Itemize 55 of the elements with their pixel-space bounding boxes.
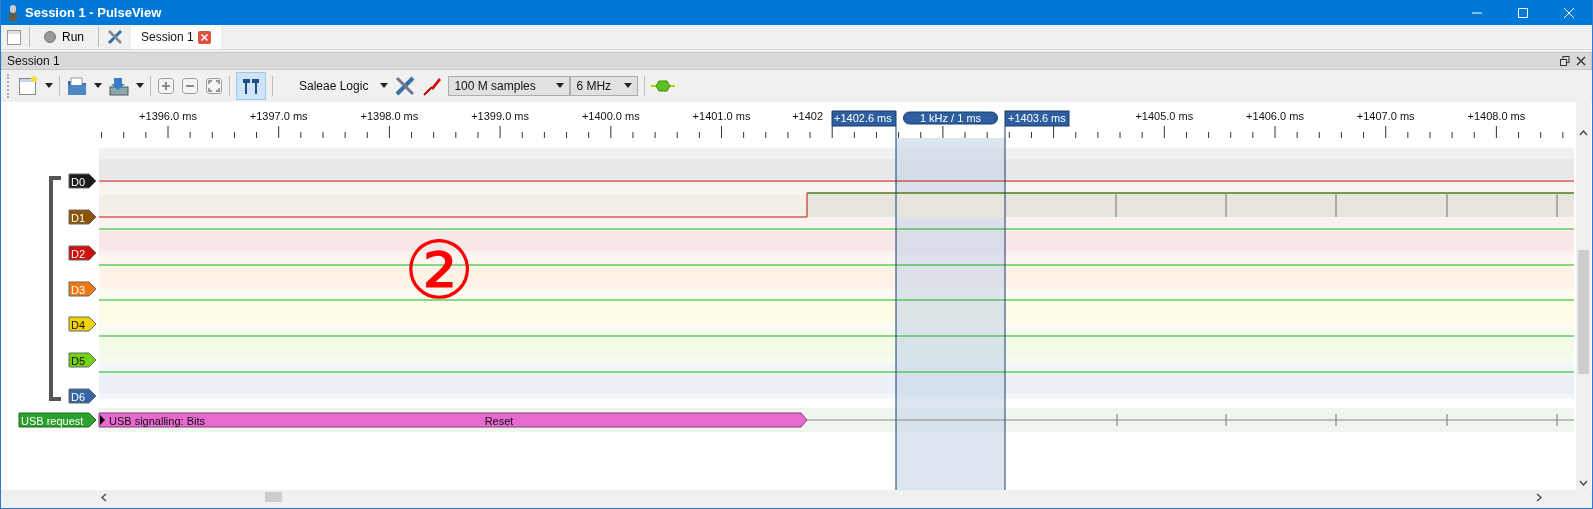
show-cursors-button[interactable] <box>236 72 266 100</box>
annotation-mark: ② <box>403 224 475 317</box>
ruler-label: +1408.0 ms <box>1467 110 1526 122</box>
caret-icon[interactable] <box>136 83 144 89</box>
cursor-marker[interactable]: +1403.6 ms <box>1004 110 1070 127</box>
new-session-icon[interactable] <box>7 29 21 45</box>
scroll-thumb[interactable] <box>265 492 282 502</box>
run-button[interactable]: Run <box>38 30 90 44</box>
window-title: Session 1 - PulseView <box>25 5 163 20</box>
row-marker-icon <box>100 415 105 425</box>
scroll-down-icon[interactable] <box>1579 480 1588 486</box>
probe-icon[interactable] <box>422 75 443 97</box>
scroll-right-icon[interactable] <box>1536 492 1542 502</box>
caret-icon <box>556 83 565 89</box>
annotation-text: Reset <box>484 414 514 427</box>
ruler-label: +1396.0 ms <box>139 110 197 122</box>
caret-icon[interactable] <box>45 83 53 89</box>
scroll-thumb[interactable] <box>1578 250 1589 374</box>
ruler-label: +1406.0 ms <box>1246 110 1304 122</box>
close-icon[interactable] <box>1576 56 1586 66</box>
ruler-label: +1399.0 ms <box>471 110 529 122</box>
samplerate-dropdown[interactable]: 6 MHz <box>570 76 639 96</box>
status-icon <box>44 31 56 43</box>
maximize-icon[interactable] <box>1518 7 1528 18</box>
scroll-up-icon[interactable] <box>1579 130 1588 136</box>
ruler-label: +1402 <box>792 110 824 122</box>
restore-icon[interactable] <box>1560 56 1570 66</box>
device-selector[interactable]: Saleae Logic <box>279 79 375 93</box>
save-icon[interactable] <box>108 75 130 97</box>
ruler-label: +1400.0 ms <box>581 110 640 122</box>
decoder-row-label: USB signalling: Bits <box>109 414 205 427</box>
cursor-span-label[interactable]: 1 kHz / 1 ms <box>903 111 998 125</box>
decoder-icon[interactable] <box>651 79 676 93</box>
scroll-left-icon[interactable] <box>101 492 107 502</box>
zoom-in-icon[interactable] <box>157 77 175 95</box>
ruler-label: +1398.0 ms <box>360 110 419 122</box>
tools-icon[interactable] <box>107 29 123 45</box>
ruler-label: +1407.0 ms <box>1356 110 1415 122</box>
zoom-fit-icon[interactable] <box>205 77 223 95</box>
zoom-out-icon[interactable] <box>181 77 199 95</box>
cursor-marker[interactable]: +1402.6 ms <box>831 110 897 127</box>
samples-dropdown[interactable]: 100 M samples <box>448 76 571 96</box>
tools-icon[interactable] <box>394 75 417 97</box>
close-icon[interactable] <box>197 30 211 44</box>
panel-title: Session 1 <box>7 54 61 68</box>
app-icon <box>7 4 19 21</box>
ruler-label: +1401.0 ms <box>692 110 751 122</box>
session-tab[interactable]: Session 1 <box>131 25 221 49</box>
new-icon[interactable] <box>17 75 39 97</box>
caret-icon[interactable] <box>380 83 389 89</box>
caret-icon[interactable] <box>94 83 102 89</box>
caret-icon <box>624 83 633 89</box>
ruler-label: +1397.0 ms <box>249 110 308 122</box>
ruler-label: +1405.0 ms <box>1135 110 1194 122</box>
folder-icon[interactable] <box>66 75 88 97</box>
